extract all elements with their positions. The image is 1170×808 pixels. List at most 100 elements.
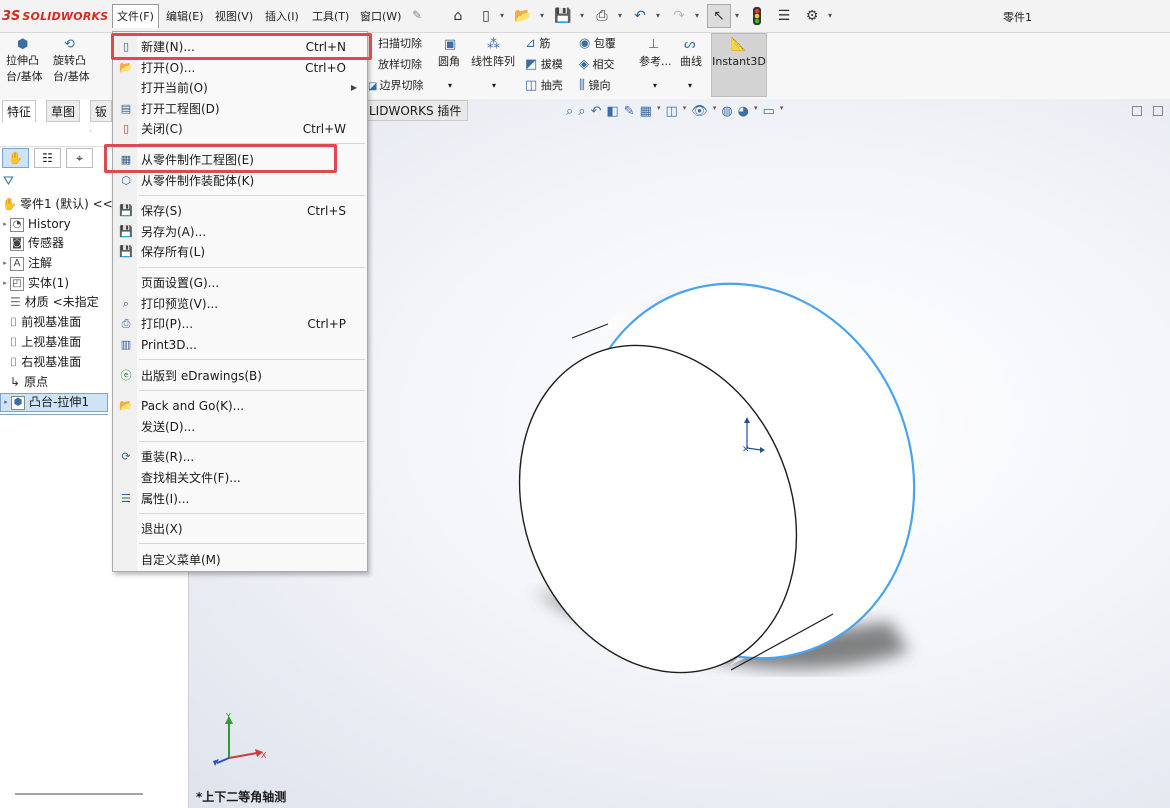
rib-button[interactable]: ⊿ 筋 bbox=[525, 36, 550, 52]
restore-window-icon[interactable] bbox=[1132, 106, 1142, 116]
revolve-boss-button[interactable]: 旋转凸 台/基体 bbox=[53, 53, 90, 85]
filter-icon[interactable]: ⛛ bbox=[3, 174, 14, 189]
menu-file[interactable]: 文件(F) bbox=[112, 4, 159, 28]
chevron-down-icon[interactable]: ▾ bbox=[683, 104, 687, 119]
chevron-down-icon[interactable]: ▾ bbox=[656, 11, 660, 20]
chevron-down-icon[interactable]: ▾ bbox=[713, 104, 717, 119]
loft-cut-button[interactable]: 放样切除 bbox=[370, 57, 422, 73]
tree-item-top-plane[interactable]: ⌷ 上视基准面 bbox=[0, 333, 81, 352]
menu-item-print[interactable]: ⎙ 打印(P)... Ctrl+P bbox=[113, 314, 367, 334]
chevron-down-icon[interactable]: ▾ bbox=[540, 11, 544, 20]
chevron-down-icon[interactable]: ▾ bbox=[580, 11, 584, 20]
previous-view-icon[interactable]: ↶ bbox=[591, 104, 602, 119]
sweep-cut-button[interactable]: 扫描切除 bbox=[370, 36, 422, 52]
zoom-to-area-icon[interactable]: ⌕ bbox=[578, 104, 585, 119]
menu-item-pack-and-go[interactable]: 📂 Pack and Go(K)... bbox=[113, 396, 367, 416]
menu-item-publish-edrawings[interactable]: ⓔ 出版到 eDrawings(B) bbox=[113, 366, 367, 386]
dynamic-annotation-icon[interactable]: ✎ bbox=[624, 104, 635, 119]
menu-item-open-drawing[interactable]: ▤ 打开工程图(D) bbox=[113, 99, 367, 119]
chevron-down-icon[interactable]: ▾ bbox=[618, 11, 622, 20]
tree-item-history[interactable]: ▸ ◔ History bbox=[0, 215, 71, 234]
tree-item-annotations[interactable]: ▸ A 注解 bbox=[0, 254, 52, 273]
menu-edit[interactable]: 编辑(E) bbox=[166, 8, 204, 24]
menu-tools[interactable]: 工具(T) bbox=[312, 8, 349, 24]
menu-item-save-all[interactable]: 💾 保存所有(L) bbox=[113, 242, 367, 262]
expand-arrow-icon[interactable]: ▸ bbox=[0, 274, 10, 293]
config-manager-tab-icon[interactable]: ⌖ bbox=[66, 148, 93, 168]
fillet-icon[interactable]: ▣ bbox=[444, 37, 456, 52]
menu-item-close[interactable]: ▯ 关闭(C) Ctrl+W bbox=[113, 119, 367, 139]
curves-icon[interactable]: ᔕ bbox=[684, 37, 696, 52]
instant3d-button[interactable]: 📐 Instant3D bbox=[711, 33, 767, 97]
select-icon[interactable]: ↖ bbox=[707, 4, 731, 28]
chevron-down-icon[interactable]: ▾ bbox=[780, 104, 784, 119]
boundary-cut-button[interactable]: ◪ 边界切除 bbox=[368, 78, 423, 95]
open-icon[interactable]: 📂 bbox=[513, 6, 533, 26]
panel-scrollbar[interactable] bbox=[15, 793, 143, 795]
file-props-icon[interactable]: ☰ bbox=[774, 6, 794, 26]
options-icon[interactable]: ⚙ bbox=[802, 6, 822, 26]
menu-item-exit[interactable]: 退出(X) bbox=[113, 519, 367, 539]
intersect-button[interactable]: ◈ 相交 bbox=[579, 57, 615, 73]
pin-icon[interactable]: ✎ bbox=[412, 8, 422, 22]
section-view-icon[interactable]: ◧ bbox=[606, 104, 618, 119]
tree-item-material[interactable]: ☰ 材质 <未指定 bbox=[0, 293, 99, 312]
home-icon[interactable]: ⌂ bbox=[448, 6, 468, 26]
linear-pattern-icon[interactable]: ⁂ bbox=[487, 37, 500, 52]
menu-item-properties[interactable]: ☰ 属性(I)... bbox=[113, 489, 367, 509]
draft-button[interactable]: ◩ 拔模 bbox=[525, 57, 563, 73]
tab-features[interactable]: 特征 bbox=[2, 100, 37, 122]
expand-arrow-icon[interactable]: ▸ bbox=[0, 215, 10, 234]
chevron-down-icon[interactable]: ▾ bbox=[754, 104, 758, 119]
save-icon[interactable]: 💾 bbox=[553, 6, 573, 26]
menu-item-reload[interactable]: ⟳ 重装(R)... bbox=[113, 447, 367, 467]
chevron-down-icon[interactable]: ▾ bbox=[500, 11, 504, 20]
chevron-down-icon[interactable]: ▾ bbox=[688, 81, 692, 90]
edit-appearance-icon[interactable]: ◍ bbox=[721, 104, 732, 119]
undo-icon[interactable]: ↶ bbox=[630, 6, 650, 26]
menu-view[interactable]: 视图(V) bbox=[215, 8, 253, 24]
linear-pattern-button[interactable]: 线性阵列 bbox=[471, 54, 515, 70]
feature-tree-tab-icon[interactable]: ✋ bbox=[2, 148, 29, 168]
fillet-button[interactable]: 圆角 bbox=[438, 54, 460, 70]
wrap-button[interactable]: ◉ 包覆 bbox=[579, 36, 616, 52]
redo-icon[interactable]: ↷ bbox=[669, 6, 689, 26]
tree-item-sensors[interactable]: ◙ 传感器 bbox=[0, 234, 64, 253]
tab-sheetmetal[interactable]: 钣 bbox=[90, 100, 112, 122]
reference-geometry-icon[interactable]: ⊥ bbox=[648, 37, 659, 52]
menu-item-open[interactable]: 📂 打开(O)... Ctrl+O bbox=[113, 58, 367, 78]
tree-item-right-plane[interactable]: ⌷ 右视基准面 bbox=[0, 353, 81, 372]
print-icon[interactable]: ⎙ bbox=[592, 6, 612, 26]
rebuild-icon[interactable] bbox=[747, 6, 767, 26]
chevron-down-icon[interactable]: ▾ bbox=[735, 11, 739, 20]
menu-item-print3d[interactable]: ▥ Print3D... bbox=[113, 335, 367, 355]
menu-item-customize-menu[interactable]: 自定义菜单(M) bbox=[113, 550, 367, 570]
tree-item-front-plane[interactable]: ⌷ 前视基准面 bbox=[0, 313, 81, 332]
expand-arrow-icon[interactable]: ▸ bbox=[0, 254, 10, 273]
apply-scene-icon[interactable]: ◕ bbox=[738, 104, 749, 119]
menu-item-make-assembly-from-part[interactable]: ⬡ 从零件制作装配体(K) bbox=[113, 171, 367, 191]
tab-solidworks-addins[interactable]: LIDWORKS 插件 bbox=[362, 100, 469, 121]
hide-show-items-icon[interactable]: 👁 bbox=[691, 104, 708, 119]
tree-root-part[interactable]: ✋ 零件1 (默认) << bbox=[0, 195, 113, 214]
menu-item-save-as[interactable]: 💾 另存为(A)... bbox=[113, 222, 367, 242]
menu-item-find-references[interactable]: 查找相关文件(F)... bbox=[113, 468, 367, 488]
mirror-button[interactable]: ⫼ 镜向 bbox=[579, 78, 610, 94]
property-manager-tab-icon[interactable]: ☷ bbox=[34, 148, 61, 168]
menu-item-save[interactable]: 💾 保存(S) Ctrl+S bbox=[113, 201, 367, 221]
menu-item-page-setup[interactable]: 页面设置(G)... bbox=[113, 273, 367, 293]
extrude-boss-icon[interactable]: ⬢ bbox=[17, 37, 28, 52]
extrude-boss-button[interactable]: 拉伸凸 台/基体 bbox=[6, 53, 43, 85]
shell-button[interactable]: ◫ 抽壳 bbox=[525, 78, 563, 94]
rollback-bar[interactable] bbox=[0, 414, 108, 415]
zoom-to-fit-icon[interactable]: ⌕ bbox=[566, 104, 573, 119]
menu-item-send[interactable]: 发送(D)... bbox=[113, 417, 367, 437]
menu-insert[interactable]: 插入(I) bbox=[265, 8, 299, 24]
view-settings-icon[interactable]: ▭ bbox=[763, 104, 775, 119]
chevron-down-icon[interactable]: ▾ bbox=[828, 11, 832, 20]
new-doc-icon[interactable]: ▯ bbox=[476, 6, 496, 26]
view-orientation-icon[interactable]: ▦ bbox=[640, 104, 652, 119]
tree-item-boss-extrude1[interactable]: ▸ ⬢ 凸台-拉伸1 bbox=[0, 393, 108, 412]
tab-sketch[interactable]: 草图 bbox=[46, 100, 81, 122]
chevron-down-icon[interactable]: ▾ bbox=[695, 11, 699, 20]
